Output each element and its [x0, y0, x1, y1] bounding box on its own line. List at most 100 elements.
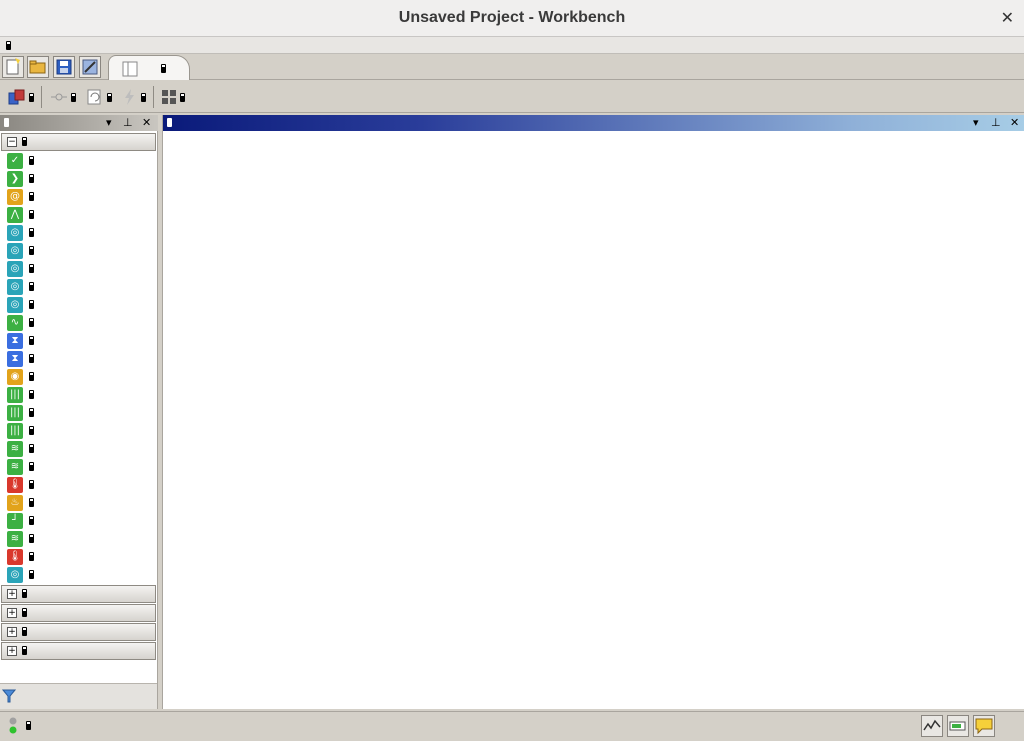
project-toolbar: [0, 54, 1024, 80]
group-analysis-systems[interactable]: −: [1, 133, 156, 151]
toolbox-item[interactable]: ≋: [7, 530, 34, 547]
open-project-button[interactable]: [27, 56, 49, 78]
toolbox-filter-bar: [0, 683, 157, 709]
toolbox-header: ▾ ⊥ ✕: [0, 115, 158, 131]
filter-icon[interactable]: [2, 689, 16, 703]
reconnect-button[interactable]: [50, 88, 76, 106]
toolbox-item[interactable]: ◎: [7, 566, 34, 583]
toolbox-item[interactable]: ⧗: [7, 332, 34, 349]
chevron-down-icon[interactable]: ▾: [106, 116, 112, 129]
group-external-connection[interactable]: +: [1, 642, 156, 660]
status-bar: [0, 711, 1024, 741]
modal-icon: ◎: [7, 242, 23, 259]
group-custom-systems[interactable]: +: [1, 604, 156, 622]
close-icon[interactable]: ✕: [1010, 116, 1019, 129]
expand-icon[interactable]: +: [7, 646, 17, 656]
group-label: [22, 646, 27, 655]
toolbox-item[interactable]: 🌡: [7, 548, 34, 565]
group-label: [22, 608, 27, 617]
bars-icon: |||: [7, 386, 23, 403]
pin-icon[interactable]: ⊥: [991, 116, 1001, 129]
toolbox-item[interactable]: ◎: [7, 278, 34, 295]
project-view-label: [180, 92, 185, 102]
toolbox-item[interactable]: ◎: [7, 224, 34, 241]
check-icon: ✓: [7, 152, 23, 169]
toolbox-item-label: [29, 372, 34, 381]
expand-icon[interactable]: +: [7, 627, 17, 637]
toolbox-item[interactable]: ≋: [7, 458, 34, 475]
menu-item-file[interactable]: [6, 41, 11, 50]
hourglass-icon: ⧗: [7, 332, 23, 349]
expand-icon[interactable]: +: [7, 608, 17, 618]
toolbox-item[interactable]: ◎: [7, 242, 34, 259]
window-title: Unsaved Project - Workbench: [398, 9, 626, 26]
close-icon[interactable]: ✕: [1001, 8, 1014, 27]
show-progress-button[interactable]: [921, 715, 943, 737]
group-label: [22, 589, 27, 598]
toolbox-item[interactable]: ≋: [7, 440, 34, 457]
toolbox-item[interactable]: |||: [7, 386, 34, 403]
modal-icon: ◎: [7, 224, 23, 241]
modal-icon: ◎: [7, 566, 23, 583]
toolbox-item[interactable]: ◎: [7, 296, 34, 313]
hourglass-icon: ⧗: [7, 350, 23, 367]
lightning-icon: [125, 89, 134, 105]
toolbox-item-label: [29, 534, 34, 543]
tab-project[interactable]: [108, 55, 190, 80]
bars-icon: |||: [7, 422, 23, 439]
refresh-icon: [87, 89, 101, 105]
toolbox-item-label: [29, 300, 34, 309]
toolbox-item[interactable]: ⧗: [7, 350, 34, 367]
toolbox-item[interactable]: ◉: [7, 368, 34, 385]
target-icon: ◉: [7, 368, 23, 385]
toolbar-separator: [41, 86, 42, 108]
save-project-button[interactable]: [53, 56, 75, 78]
collapse-icon[interactable]: −: [7, 137, 17, 147]
chart-icon: [923, 719, 941, 731]
show-messages-button[interactable]: [947, 715, 969, 737]
toolbox-item[interactable]: |||: [7, 404, 34, 421]
update-project-button[interactable]: [120, 88, 146, 106]
project-schematic-panel[interactable]: ▾ ⊥ ✕: [162, 115, 1024, 709]
toolbox-item[interactable]: @: [7, 188, 34, 205]
workbench-window: Unsaved Project - Workbench ✕ ▾ ⊥ ✕ − ✓ …: [0, 0, 1024, 741]
bars-icon: |||: [7, 404, 23, 421]
save-as-icon: [82, 59, 98, 75]
refresh-project-button[interactable]: [86, 88, 112, 106]
toolbox-item-label: [29, 498, 34, 507]
toolbox-item-label: [29, 156, 34, 165]
notifications-button[interactable]: [973, 715, 995, 737]
group-design-exploration[interactable]: +: [1, 623, 156, 641]
close-icon[interactable]: ✕: [142, 116, 151, 129]
group-component-systems[interactable]: +: [1, 585, 156, 603]
toolbox-item-label: [29, 390, 34, 399]
new-file-icon: [6, 58, 20, 75]
toolbox-item-label: [29, 408, 34, 417]
stress-icon: ≋: [7, 530, 23, 547]
toolbox-item[interactable]: ∿: [7, 314, 34, 331]
pin-icon[interactable]: ⊥: [123, 116, 133, 129]
chevron-down-icon[interactable]: ▾: [973, 116, 979, 129]
new-project-button[interactable]: [2, 56, 24, 78]
save-as-button[interactable]: [79, 56, 101, 78]
toolbox-item[interactable]: ⋀: [7, 206, 34, 223]
toolbox-item[interactable]: ┘: [7, 512, 34, 529]
toolbox-item[interactable]: ✓: [7, 152, 34, 169]
graph-icon: ⋀: [7, 206, 23, 223]
toolbox-item[interactable]: |||: [7, 422, 34, 439]
import-label: [29, 92, 34, 102]
toolbox-item-label: [29, 210, 34, 219]
import-button[interactable]: [8, 88, 34, 106]
tab-project-label: [161, 64, 166, 73]
toolbox-item[interactable]: 🌡: [7, 476, 34, 493]
toolbox-item[interactable]: ❯: [7, 170, 34, 187]
toolbox-panel: ▾ ⊥ ✕ − ✓ ❯ @ ⋀ ◎ ◎ ◎ ◎ ◎ ∿ ⧗ ⧗ ◉ ||| ||| ||| ≋ ≋ 🌡 ♨ ┘ ≋ 🌡 ◎ +…: [0, 115, 158, 709]
toolbox-item[interactable]: ♨: [7, 494, 34, 511]
refresh-label: [107, 92, 112, 102]
toolbar-separator: [153, 86, 154, 108]
status-text: [26, 721, 31, 730]
project-view-button[interactable]: [161, 88, 185, 106]
toolbox-item-label: [29, 552, 34, 561]
toolbox-item[interactable]: ◎: [7, 260, 34, 277]
expand-icon[interactable]: +: [7, 589, 17, 599]
